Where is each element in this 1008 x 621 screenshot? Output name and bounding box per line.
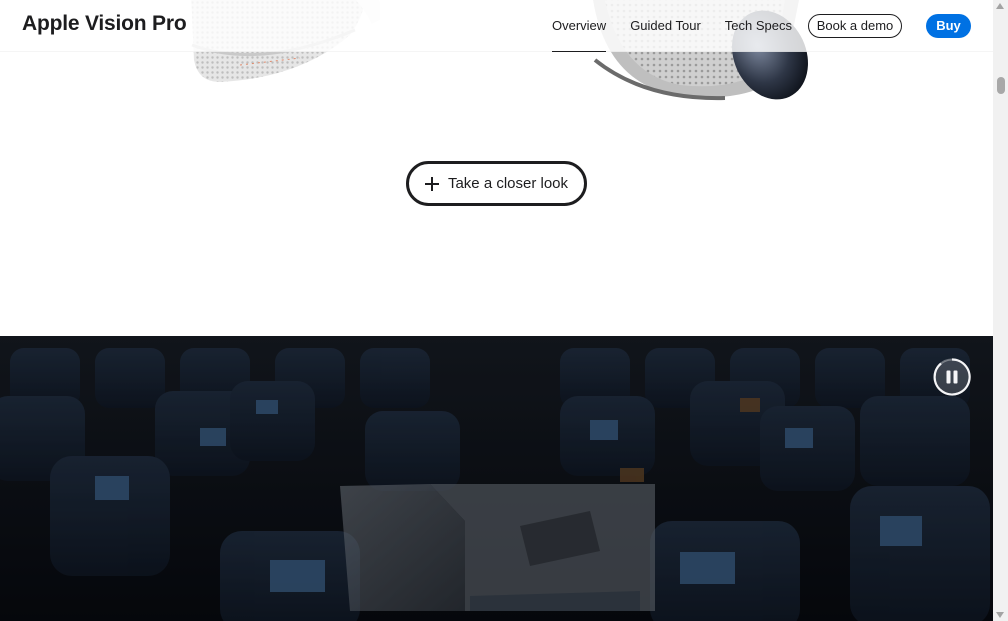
local-nav: Apple Vision Pro Overview Guided Tour Te… [0,0,993,52]
take-closer-look-label: Take a closer look [447,175,569,192]
pause-icon [933,358,971,396]
book-demo-button[interactable]: Book a demo [808,14,902,38]
airplane-cabin-scene [0,336,993,621]
scroll-down-arrow-icon[interactable] [996,612,1004,618]
buy-button[interactable]: Buy [926,14,971,38]
scroll-up-arrow-icon[interactable] [996,3,1004,9]
plus-icon [424,176,439,191]
nav-link-tech-specs[interactable]: Tech Specs [725,0,792,52]
nav-link-overview[interactable]: Overview [552,0,607,52]
nav-links: Overview Guided Tour Tech Specs [552,0,816,52]
video-pause-button[interactable] [933,358,971,396]
vertical-scrollbar[interactable] [993,0,1008,621]
nav-link-guided-tour[interactable]: Guided Tour [630,0,701,52]
scrollbar-thumb[interactable] [997,77,1005,94]
page: Take a closer look Apple Vision Pro Over… [0,0,993,621]
take-closer-look-button[interactable]: Take a closer look [406,161,587,206]
nav-product-title[interactable]: Apple Vision Pro [22,12,187,36]
airplane-video [0,336,993,621]
